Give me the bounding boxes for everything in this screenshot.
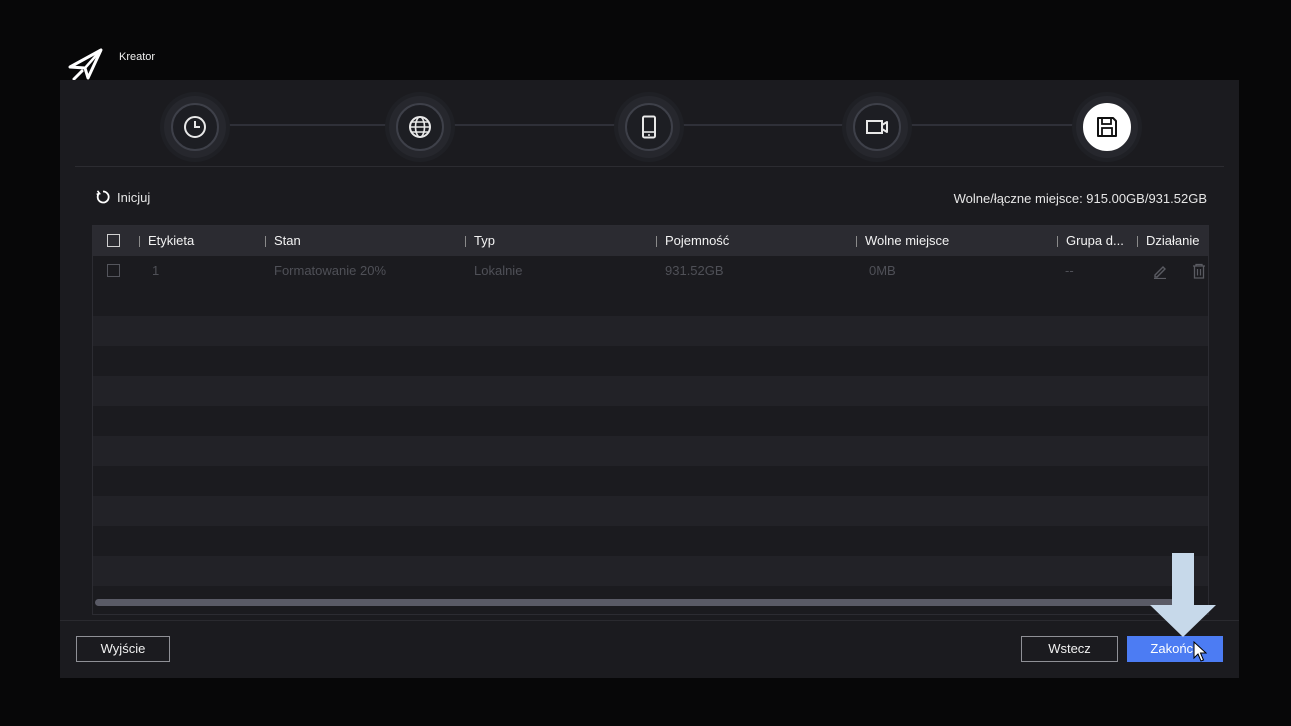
- step-mobile[interactable]: [618, 96, 680, 158]
- save-icon: [1097, 117, 1117, 137]
- step-storage[interactable]: [1076, 96, 1138, 158]
- app-title: Kreator: [119, 51, 156, 63]
- camera-icon: [866, 120, 888, 134]
- row-checkbox[interactable]: [107, 264, 120, 277]
- table-header: Etykieta Stan Typ Pojemność Wolne miejsc…: [93, 226, 1208, 256]
- mobile-icon: [642, 115, 656, 139]
- footer-divider: [60, 620, 1239, 621]
- table-row-empty: [93, 406, 1208, 436]
- table-row-empty: [93, 526, 1208, 556]
- cell-label: 1: [152, 263, 160, 278]
- col-label[interactable]: Etykieta: [139, 226, 194, 256]
- init-button[interactable]: Inicjuj: [95, 189, 150, 205]
- col-group[interactable]: Grupa d...: [1057, 226, 1124, 256]
- step-connector: [681, 124, 851, 126]
- delete-icon[interactable]: [1191, 263, 1207, 279]
- step-connector: [453, 124, 623, 126]
- finish-button[interactable]: Zakończ: [1127, 636, 1223, 662]
- cell-type: Lokalnie: [474, 263, 523, 278]
- cell-capacity: 931.52GB: [665, 263, 724, 278]
- step-connector: [225, 124, 395, 126]
- col-status[interactable]: Stan: [265, 226, 301, 256]
- col-capacity[interactable]: Pojemność: [656, 226, 729, 256]
- col-action[interactable]: Działanie: [1137, 226, 1199, 256]
- arrow-down-icon: [1150, 553, 1216, 637]
- globe-icon: [409, 116, 431, 138]
- table-row-empty: [93, 286, 1208, 316]
- init-label: Inicjuj: [117, 189, 151, 205]
- table-row-empty: [93, 466, 1208, 496]
- mouse-cursor-icon: [1193, 641, 1207, 662]
- exit-button[interactable]: Wyjście: [76, 636, 170, 662]
- paper-plane-icon: [68, 48, 103, 81]
- col-type[interactable]: Typ: [465, 226, 495, 256]
- refresh-icon: [96, 190, 110, 204]
- hdd-table: Etykieta Stan Typ Pojemność Wolne miejsc…: [92, 225, 1209, 615]
- edit-icon[interactable]: [1152, 263, 1168, 279]
- clock-icon: [184, 116, 206, 138]
- table-row-empty: [93, 316, 1208, 346]
- cell-status: Formatowanie 20%: [274, 263, 386, 278]
- table-row-empty: [93, 556, 1208, 586]
- horizontal-scrollbar[interactable]: [95, 599, 1175, 606]
- table-row-empty: [93, 436, 1208, 466]
- cell-group: --: [1065, 263, 1074, 278]
- step-time[interactable]: [164, 96, 226, 158]
- back-button[interactable]: Wstecz: [1021, 636, 1118, 662]
- table-row-empty: [93, 346, 1208, 376]
- wizard-steps: [75, 84, 1224, 167]
- step-connector: [909, 124, 1079, 126]
- select-all-checkbox[interactable]: [107, 234, 120, 247]
- step-network[interactable]: [389, 96, 451, 158]
- cell-free-space: 0MB: [869, 263, 896, 278]
- table-row-empty: [93, 496, 1208, 526]
- step-camera[interactable]: [846, 96, 908, 158]
- col-free-space[interactable]: Wolne miejsce: [856, 226, 949, 256]
- space-info: Wolne/łączne miejsce: 915.00GB/931.52GB: [953, 191, 1207, 206]
- table-row[interactable]: 1 Formatowanie 20% Lokalnie 931.52GB 0MB…: [93, 256, 1208, 286]
- table-row-empty: [93, 376, 1208, 406]
